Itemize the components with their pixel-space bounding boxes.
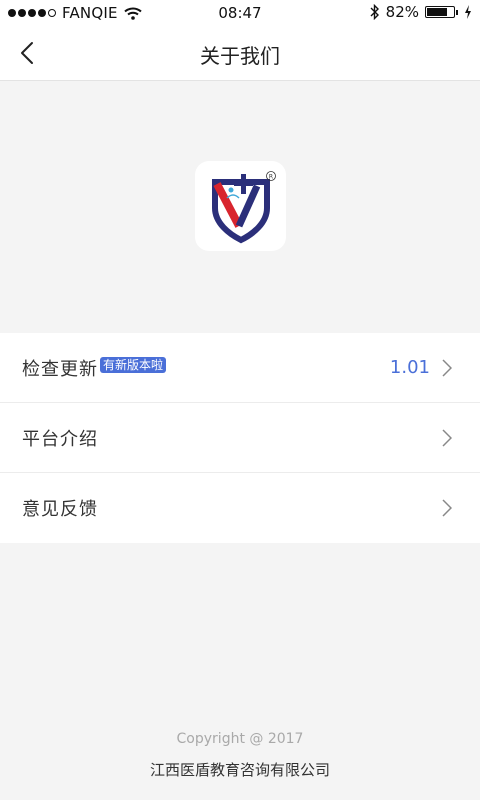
battery-percent: 82% xyxy=(385,3,419,21)
shield-logo-icon: R xyxy=(211,171,276,244)
status-bar: FANQIE 08:47 82% xyxy=(0,0,480,26)
battery-icon xyxy=(425,6,455,18)
battery-level xyxy=(427,8,447,16)
navigation-bar: 关于我们 xyxy=(0,26,480,81)
menu-item-feedback[interactable]: 意见反馈 xyxy=(0,473,480,543)
menu-item-label: 检查更新 xyxy=(22,358,98,380)
company-name: 江西医盾教育咨询有限公司 xyxy=(149,761,330,779)
menu-item-platform-intro[interactable]: 平台介绍 xyxy=(0,403,480,473)
svg-text:R: R xyxy=(268,174,272,181)
status-right: 82% xyxy=(370,3,472,21)
chevron-right-icon xyxy=(442,359,452,377)
menu-item-label: 意见反馈 xyxy=(22,499,98,520)
version-number: 1.01 xyxy=(389,357,430,378)
copyright-text: Copyright @ 2017 xyxy=(176,731,304,747)
logo-area: R xyxy=(0,81,480,333)
battery-tip xyxy=(456,9,458,15)
menu-item-check-update[interactable]: 检查更新 有新版本啦 1.01 xyxy=(0,333,480,403)
charging-icon xyxy=(465,5,471,19)
chevron-right-icon xyxy=(442,499,452,517)
menu-list: 检查更新 有新版本啦 1.01 平台介绍 意见反馈 xyxy=(0,333,480,543)
new-version-badge: 有新版本啦 xyxy=(100,356,167,373)
chevron-right-icon xyxy=(442,429,452,447)
page-title: 关于我们 xyxy=(200,44,280,68)
app-logo: R xyxy=(195,161,286,251)
menu-item-label: 平台介绍 xyxy=(22,428,98,450)
bluetooth-icon xyxy=(370,4,379,20)
